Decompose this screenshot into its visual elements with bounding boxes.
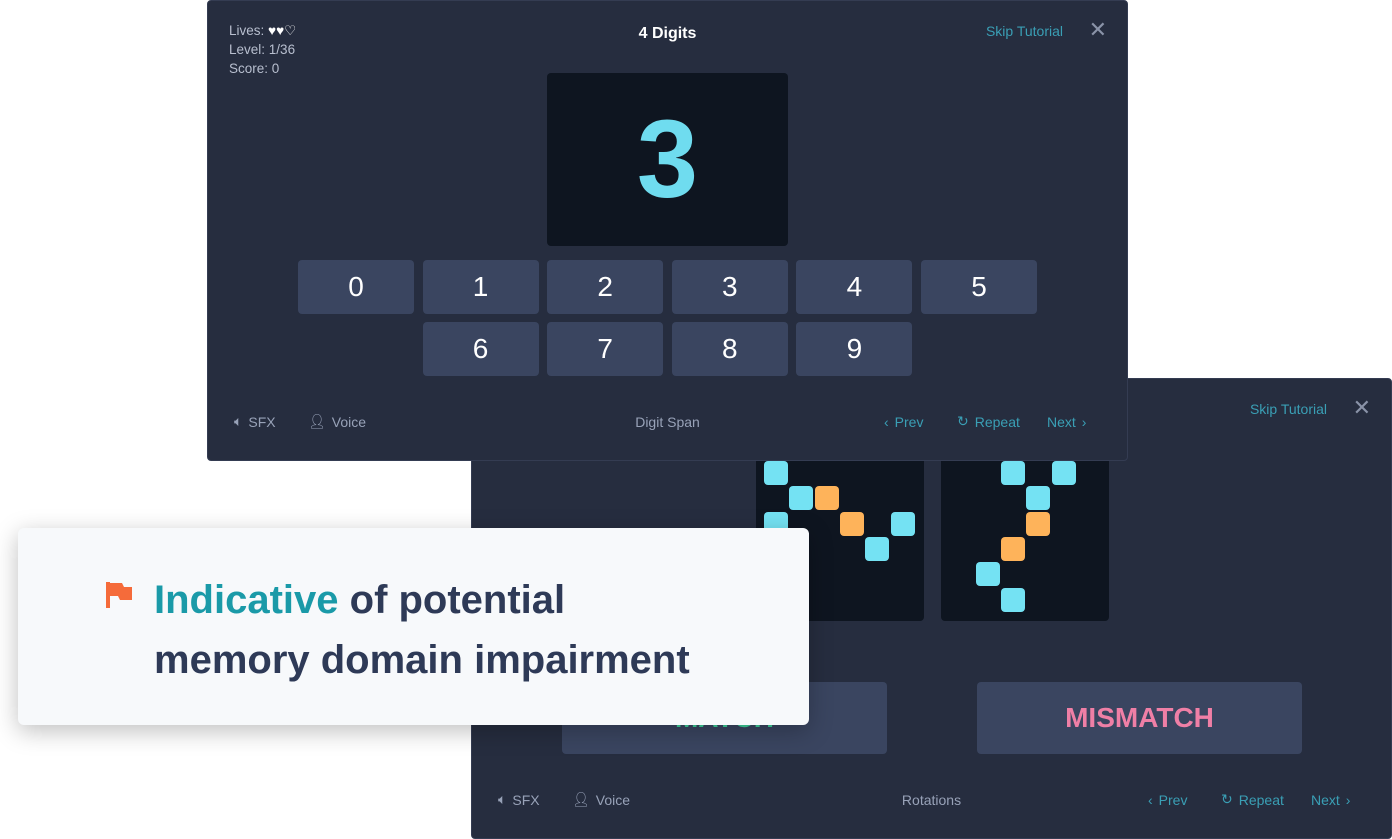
flag-icon bbox=[106, 582, 132, 608]
grid-right bbox=[941, 457, 1109, 621]
digit-display: 3 bbox=[547, 73, 788, 246]
grid-cell-cyan bbox=[1000, 461, 1025, 485]
next-button[interactable]: Next › bbox=[1311, 792, 1350, 808]
next-label: Next bbox=[1047, 414, 1076, 430]
digit-key-5[interactable]: 5 bbox=[921, 260, 1037, 314]
next-label: Next bbox=[1311, 792, 1340, 808]
grid-cell-cyan bbox=[865, 536, 890, 561]
digit-span-window: Lives: ♥♥♡ Level: 1/36 Score: 0 4 Digits… bbox=[207, 0, 1128, 461]
close-icon[interactable]: ✕ bbox=[1089, 17, 1107, 43]
digit-key-1[interactable]: 1 bbox=[422, 260, 539, 314]
repeat-icon: ↻ bbox=[1221, 791, 1233, 807]
callout-line2: memory domain impairment bbox=[154, 638, 690, 682]
grid-cell-cyan bbox=[890, 511, 915, 536]
next-button[interactable]: Next › bbox=[1047, 414, 1086, 430]
grid-cell-cyan bbox=[789, 486, 814, 511]
chevron-right-icon: › bbox=[1345, 792, 1351, 808]
level-value: 1/36 bbox=[268, 42, 296, 57]
chevron-left-icon: ‹ bbox=[884, 414, 889, 430]
callout-highlight: Indicative bbox=[154, 578, 339, 622]
grid-cell-orange bbox=[839, 511, 864, 536]
repeat-label: Repeat bbox=[974, 413, 1020, 430]
grid-cell-cyan bbox=[1026, 486, 1051, 511]
grid-cell-cyan bbox=[975, 562, 1000, 587]
callout-card: Indicative of potential memory domain imp… bbox=[18, 528, 809, 725]
prev-button[interactable]: ‹ Prev bbox=[1148, 792, 1187, 808]
repeat-icon: ↻ bbox=[957, 413, 969, 429]
digit-key-6[interactable]: 6 bbox=[422, 322, 539, 376]
repeat-button[interactable]: ↻ Repeat bbox=[957, 413, 1020, 430]
chevron-left-icon: ‹ bbox=[1148, 792, 1153, 808]
repeat-label: Repeat bbox=[1238, 791, 1284, 808]
grid-cell-cyan bbox=[1051, 461, 1076, 485]
grid-cell-cyan bbox=[1000, 587, 1025, 612]
digit-key-9[interactable]: 9 bbox=[796, 322, 913, 376]
callout-line1: of potential bbox=[338, 578, 566, 622]
digit-key-0[interactable]: 0 bbox=[298, 260, 414, 314]
level-label: Level: bbox=[229, 42, 266, 57]
grid-cell-cyan bbox=[764, 461, 788, 485]
grid-cell-orange bbox=[1000, 536, 1025, 561]
skip-tutorial-button[interactable]: Skip Tutorial bbox=[986, 23, 1063, 39]
digit-key-4[interactable]: 4 bbox=[796, 260, 913, 314]
callout-text: Indicative of potential memory domain imp… bbox=[154, 570, 690, 690]
grid-cell-orange bbox=[1026, 511, 1051, 536]
digit-key-8[interactable]: 8 bbox=[671, 322, 788, 376]
prev-label: Prev bbox=[894, 414, 924, 430]
close-icon[interactable]: ✕ bbox=[1353, 395, 1371, 421]
chevron-right-icon: › bbox=[1081, 414, 1087, 430]
grid-cell-orange bbox=[814, 486, 839, 511]
score-label: Score: bbox=[229, 61, 269, 76]
mismatch-button[interactable]: MISMATCH bbox=[977, 682, 1302, 754]
skip-tutorial-button[interactable]: Skip Tutorial bbox=[1250, 401, 1327, 417]
digit-key-3[interactable]: 3 bbox=[671, 260, 788, 314]
prev-button[interactable]: ‹ Prev bbox=[884, 414, 923, 430]
repeat-button[interactable]: ↻ Repeat bbox=[1221, 791, 1284, 808]
score-value: 0 bbox=[271, 61, 280, 76]
prev-label: Prev bbox=[1158, 792, 1188, 808]
digit-key-2[interactable]: 2 bbox=[547, 260, 664, 314]
digit-key-7[interactable]: 7 bbox=[547, 322, 664, 376]
